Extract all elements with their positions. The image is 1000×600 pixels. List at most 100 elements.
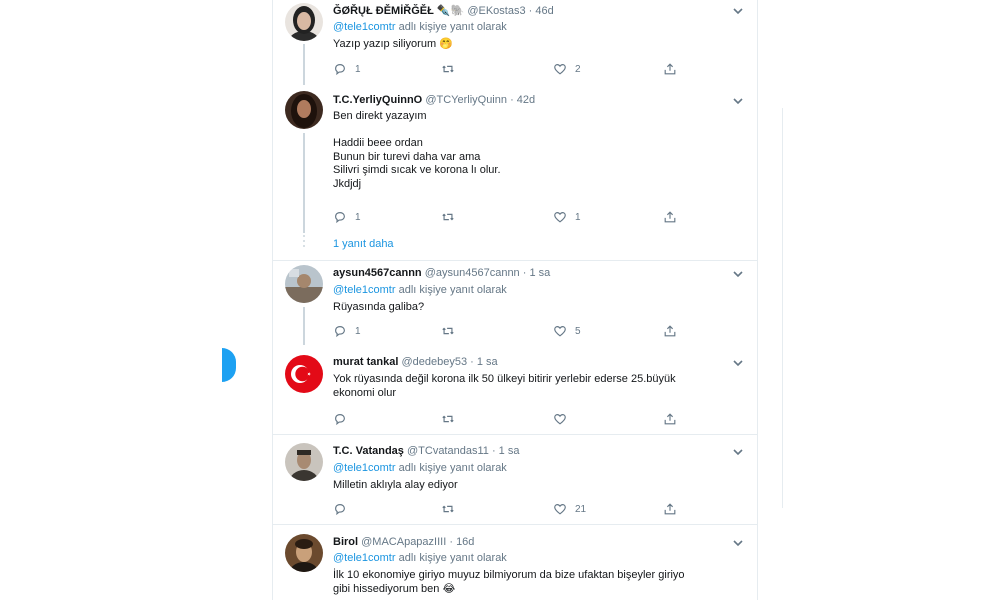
avatar[interactable]	[285, 265, 323, 303]
timestamp[interactable]: · 46d	[529, 5, 554, 17]
like-count: 2	[575, 63, 581, 75]
reply-button[interactable]: 1	[333, 209, 361, 225]
timestamp[interactable]: · 1 sa	[492, 445, 520, 457]
like-button[interactable]: 1	[553, 209, 581, 225]
reply-context-label: adlı kişiye yanıt olarak	[398, 552, 507, 564]
reply-tweet[interactable]: Birol @MACApapazIIII · 16d @tele1comtr a…	[273, 525, 757, 600]
reply-tweet[interactable]: T.C.YerliyQuinnO @TCYerliyQuinn · 42d Be…	[273, 85, 757, 260]
user-handle[interactable]: @MACApapazIIII	[361, 536, 446, 548]
tweet-text-line: Yok rüyasında değil korona ilk 50 ülkeyi…	[333, 373, 676, 385]
retweet-icon	[442, 415, 454, 423]
heart-icon	[554, 504, 566, 515]
retweet-button[interactable]	[441, 209, 463, 225]
reply-context-label: adlı kişiye yanıt olarak	[398, 462, 507, 474]
avatar[interactable]	[285, 355, 323, 393]
reply-icon	[335, 326, 345, 338]
share-button[interactable]	[663, 411, 677, 427]
tweet-text-line: Haddii beee ordan	[333, 137, 423, 149]
avatar[interactable]	[285, 534, 323, 572]
chevron-down-icon[interactable]	[731, 269, 745, 279]
share-button[interactable]	[663, 323, 677, 339]
avatar[interactable]	[285, 443, 323, 481]
share-button[interactable]	[663, 209, 677, 225]
tweet-text: Yok rüyasında değil korona ilk 50 ülkeyi…	[333, 373, 743, 400]
share-button[interactable]	[663, 501, 677, 517]
user-handle[interactable]: @dedebey53	[401, 356, 467, 368]
display-name[interactable]: aysun4567cannn	[333, 267, 422, 279]
user-handle[interactable]: @EKostas3	[467, 5, 525, 17]
display-name[interactable]: ĞØŘŲŁ ĐĚΜİŘĞĚŁ ✒️🐘	[333, 5, 464, 17]
mention-link[interactable]: @tele1comtr	[333, 552, 396, 564]
timestamp[interactable]: · 1 sa	[470, 356, 498, 368]
like-button[interactable]: 2	[553, 61, 581, 77]
reply-button[interactable]: 1	[333, 61, 361, 77]
show-more-replies-link[interactable]: 1 yanıt daha	[333, 238, 394, 250]
tweet-text: Yazıp yazıp siliyorum 🤭	[333, 38, 743, 52]
share-icon	[664, 63, 676, 75]
tweet-text-line: Yazıp yazıp siliyorum 🤭	[333, 38, 453, 50]
share-icon	[664, 211, 676, 223]
tweet-text-line: İlk 10 ekonomiye giriyo muyuz bilmiyorum…	[333, 569, 685, 581]
user-handle[interactable]: @TCYerliyQuinn	[425, 94, 507, 106]
reply-tweet[interactable]: T.C. Vatandaş @TCvatandas11 · 1 sa @tele…	[273, 435, 757, 524]
share-button[interactable]	[663, 61, 677, 77]
tweet-text-line: Jkdjdj	[333, 177, 362, 190]
reply-button[interactable]	[333, 411, 355, 427]
reply-tweet[interactable]: aysun4567cannn @aysun4567cannn · 1 sa @t…	[273, 261, 757, 345]
timestamp[interactable]: · 16d	[449, 536, 474, 548]
display-name[interactable]: T.C.YerliyQuinnO	[333, 94, 422, 106]
reply-tweet[interactable]: ĞØŘŲŁ ĐĚΜİŘĞĚŁ ✒️🐘 @EKostas3 · 46d @tele…	[273, 0, 757, 85]
replies-column: ĞØŘŲŁ ĐĚΜİŘĞĚŁ ✒️🐘 @EKostas3 · 46d @tele…	[272, 0, 758, 600]
reply-count: 1	[355, 325, 361, 337]
timestamp[interactable]: · 1 sa	[523, 267, 551, 279]
retweet-icon	[442, 505, 454, 513]
mention-link[interactable]: @tele1comtr	[333, 462, 396, 474]
chevron-down-icon[interactable]	[731, 6, 745, 16]
tweet-actions: 1 1	[333, 209, 733, 225]
display-name[interactable]: Birol	[333, 536, 358, 548]
tweet-actions: 1 2	[333, 61, 733, 77]
reply-button[interactable]: 1	[333, 323, 361, 339]
like-button[interactable]: 21	[553, 501, 586, 517]
tweet-text-line: Rüyasında galiba?	[333, 301, 425, 313]
mention-link[interactable]: @tele1comtr	[333, 284, 396, 296]
reply-tweet[interactable]: murat tankal @dedebey53 · 1 sa Yok rüyas…	[273, 345, 757, 434]
display-name[interactable]: T.C. Vatandaş	[333, 445, 404, 457]
scroll-to-top-edge[interactable]	[222, 348, 236, 382]
like-button[interactable]: 5	[553, 323, 581, 339]
tweet-text: Milletin aklıyla alay ediyor	[333, 479, 743, 493]
retweet-button[interactable]	[441, 323, 463, 339]
thread-connector	[303, 133, 305, 233]
like-button[interactable]	[553, 411, 575, 427]
chevron-down-icon[interactable]	[731, 447, 745, 457]
display-name[interactable]: murat tankal	[333, 356, 398, 368]
tweet-actions: 21	[333, 501, 733, 517]
like-count: 21	[575, 503, 587, 515]
timestamp[interactable]: · 42d	[510, 94, 535, 106]
tweet-text-line: Ben direkt yazayım	[333, 110, 427, 122]
avatar[interactable]	[285, 91, 323, 129]
tweet-text-line: gibi hissediyorum ben 😂	[333, 582, 456, 595]
retweet-button[interactable]	[441, 501, 463, 517]
retweet-button[interactable]	[441, 61, 463, 77]
chevron-down-icon[interactable]	[731, 538, 745, 548]
heart-icon	[554, 326, 566, 337]
mention-link[interactable]: @tele1comtr	[333, 21, 396, 33]
reply-context: @tele1comtr adlı kişiye yanıt olarak	[333, 21, 507, 33]
tweet-text: İlk 10 ekonomiye giriyo muyuz bilmiyorum…	[333, 569, 743, 596]
chevron-down-icon[interactable]	[731, 96, 745, 106]
retweet-icon	[442, 327, 454, 335]
thread-dots	[302, 235, 306, 250]
reply-button[interactable]	[333, 501, 355, 517]
reply-icon	[335, 212, 345, 224]
tweet-actions: 1 5	[333, 323, 733, 339]
user-handle[interactable]: @aysun4567cannn	[425, 267, 520, 279]
avatar[interactable]	[285, 3, 323, 41]
heart-icon	[554, 212, 566, 223]
user-handle[interactable]: @TCvatandas11	[407, 445, 489, 457]
retweet-icon	[442, 213, 454, 221]
heart-icon	[554, 64, 566, 75]
retweet-button[interactable]	[441, 411, 463, 427]
like-count: 1	[575, 211, 581, 223]
chevron-down-icon[interactable]	[731, 358, 745, 368]
